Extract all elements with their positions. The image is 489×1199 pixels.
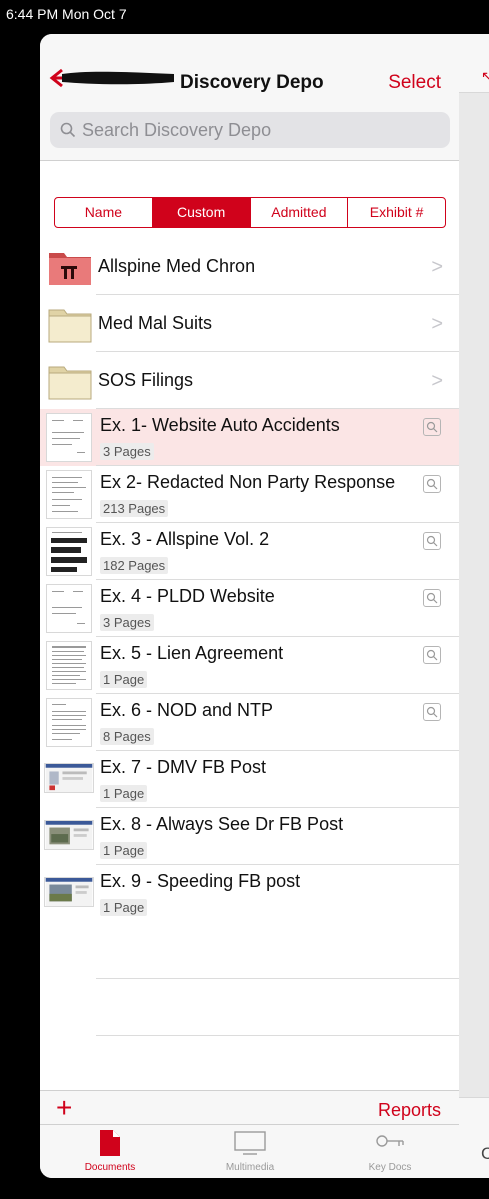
page-count: 3 Pages (100, 614, 154, 631)
tab-label: Key Docs (368, 1162, 412, 1173)
document-name: Ex. 4 - PLDD Website (100, 586, 275, 606)
page-count: 1 Page (100, 899, 148, 916)
document-name: Ex. 8 - Always See Dr FB Post (100, 814, 344, 834)
tab-bar: Documents Multimedia Key Docs (40, 1124, 459, 1178)
preview-icon[interactable] (423, 646, 441, 664)
search-icon (60, 122, 76, 138)
page-count: 182 Pages (100, 557, 169, 574)
folder-row[interactable]: Allspine Med Chron > (40, 238, 459, 295)
document-thumbnail (46, 698, 92, 747)
document-icon (100, 1130, 120, 1156)
document-thumbnail (46, 413, 92, 462)
document-row[interactable]: Ex. 8 - Always See Dr FB Post 1 Page (40, 808, 459, 865)
expand-arrow-icon[interactable]: ↖ (481, 68, 489, 85)
page-count: 1 Page (100, 671, 148, 688)
chevron-right-icon: > (431, 313, 443, 335)
segment-name[interactable]: Name (55, 198, 152, 227)
search-input[interactable] (82, 119, 422, 141)
tab-multimedia[interactable]: Multimedia (190, 1125, 310, 1178)
document-row[interactable]: Ex. 9 - Speeding FB post 1 Page (40, 865, 459, 922)
chevron-right-icon: > (431, 256, 443, 278)
add-button[interactable]: + (56, 1091, 72, 1125)
document-name: Ex. 1- Website Auto Accidents (100, 415, 340, 435)
search-bar[interactable] (50, 112, 450, 148)
tab-key-docs[interactable]: Key Docs (330, 1125, 450, 1178)
page-title: Discovery Depo (180, 72, 324, 93)
navigation-bar: Discovery Depo Select (40, 34, 459, 94)
folder-row[interactable]: Med Mal Suits > (40, 295, 459, 352)
document-row[interactable]: Ex. 3 - Allspine Vol. 2 182 Pages (40, 523, 459, 580)
document-name: Ex. 9 - Speeding FB post (100, 871, 301, 891)
folder-icon (48, 309, 92, 343)
preview-icon[interactable] (423, 703, 441, 721)
document-thumbnail (46, 527, 92, 576)
key-icon (376, 1135, 404, 1147)
folder-name: SOS Filings (98, 370, 194, 390)
document-row[interactable]: Ex. 5 - Lien Agreement 1 Page (40, 637, 459, 694)
document-name: Ex. 6 - NOD and NTP (100, 700, 274, 720)
document-thumbnail (46, 641, 92, 690)
document-thumbnail (44, 877, 94, 907)
document-thumbnail (44, 820, 94, 850)
preview-icon[interactable] (423, 532, 441, 550)
chevron-right-icon: > (431, 370, 443, 392)
page-count: 213 Pages (100, 500, 169, 517)
preview-icon[interactable] (423, 589, 441, 607)
monitor-icon (234, 1131, 266, 1155)
tab-label: Documents (84, 1162, 136, 1173)
preview-icon[interactable] (423, 418, 441, 436)
page-count: 8 Pages (100, 728, 154, 745)
document-row[interactable]: Ex 2- Redacted Non Party Response 213 Pa… (40, 466, 459, 523)
folder-red-icon (49, 253, 91, 285)
divider (96, 978, 459, 979)
folder-row[interactable]: SOS Filings > (40, 352, 459, 409)
document-name: Ex. 7 - DMV FB Post (100, 757, 267, 777)
detail-bottom-text: C (481, 1144, 489, 1163)
search-area (40, 92, 459, 161)
document-thumbnail (46, 470, 92, 519)
page-count: 3 Pages (100, 443, 154, 460)
segment-exhibit-number[interactable]: Exhibit # (347, 198, 445, 227)
document-thumbnail (44, 763, 94, 793)
document-name: Ex 2- Redacted Non Party Response (100, 472, 396, 492)
document-name: Ex. 5 - Lien Agreement (100, 643, 284, 663)
status-time-date: 6:44 PM Mon Oct 7 (6, 6, 127, 22)
select-button[interactable]: Select (388, 72, 441, 94)
folder-name: Allspine Med Chron (98, 256, 256, 276)
document-thumbnail (46, 584, 92, 633)
folder-name: Med Mal Suits (98, 313, 213, 333)
document-list-panel: Discovery Depo Select Name Custom Admitt… (40, 34, 459, 1178)
document-row[interactable]: Ex. 1- Website Auto Accidents 3 Pages (40, 409, 459, 466)
page-count: 1 Page (100, 842, 148, 859)
bottom-toolbar: + Reports (40, 1090, 459, 1125)
tab-label: Multimedia (225, 1162, 275, 1173)
detail-toolbar: ↖ (459, 34, 489, 93)
tab-documents[interactable]: Documents (50, 1125, 170, 1178)
segment-custom[interactable]: Custom (151, 198, 250, 227)
document-row[interactable]: Ex. 4 - PLDD Website 3 Pages (40, 580, 459, 637)
divider (96, 1035, 459, 1036)
preview-icon[interactable] (423, 475, 441, 493)
status-bar: 6:44 PM Mon Oct 7 (0, 0, 489, 34)
detail-pane: ↖ C (459, 34, 489, 1178)
document-row[interactable]: Ex. 7 - DMV FB Post 1 Page (40, 751, 459, 808)
sort-segmented-control: Name Custom Admitted Exhibit # (54, 197, 446, 228)
detail-bottom-bar: C (459, 1097, 489, 1178)
back-arrow-icon[interactable] (48, 68, 178, 88)
page-count: 1 Page (100, 785, 148, 802)
segment-admitted[interactable]: Admitted (249, 198, 348, 227)
document-name: Ex. 3 - Allspine Vol. 2 (100, 529, 270, 549)
document-row[interactable]: Ex. 6 - NOD and NTP 8 Pages (40, 694, 459, 751)
folder-icon (48, 366, 92, 400)
